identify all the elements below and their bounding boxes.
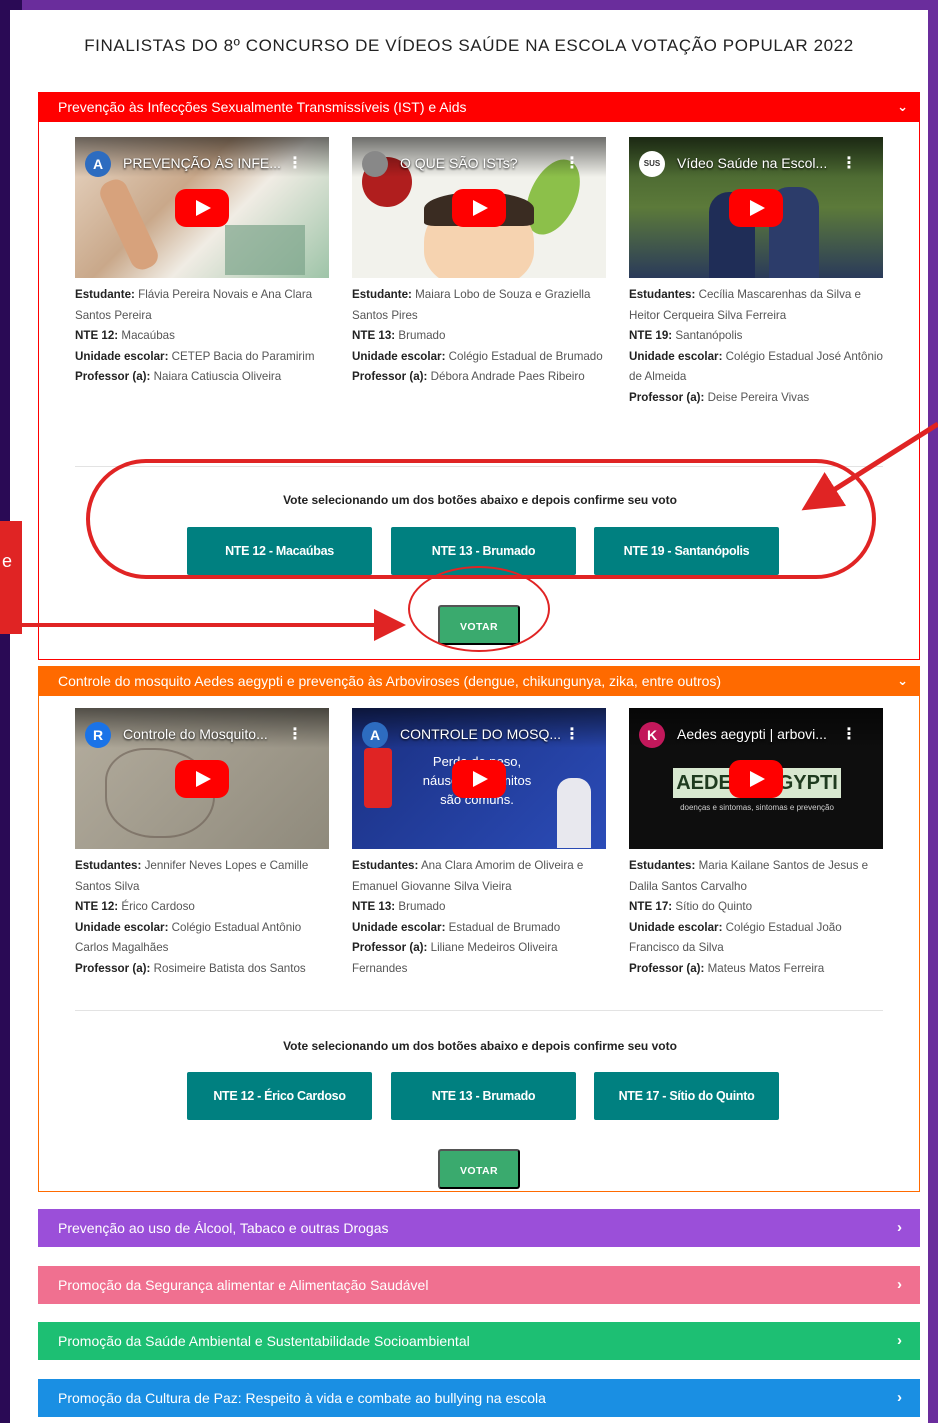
arrow-to-options — [801, 421, 938, 511]
annotation-arrows — [22, 421, 938, 641]
